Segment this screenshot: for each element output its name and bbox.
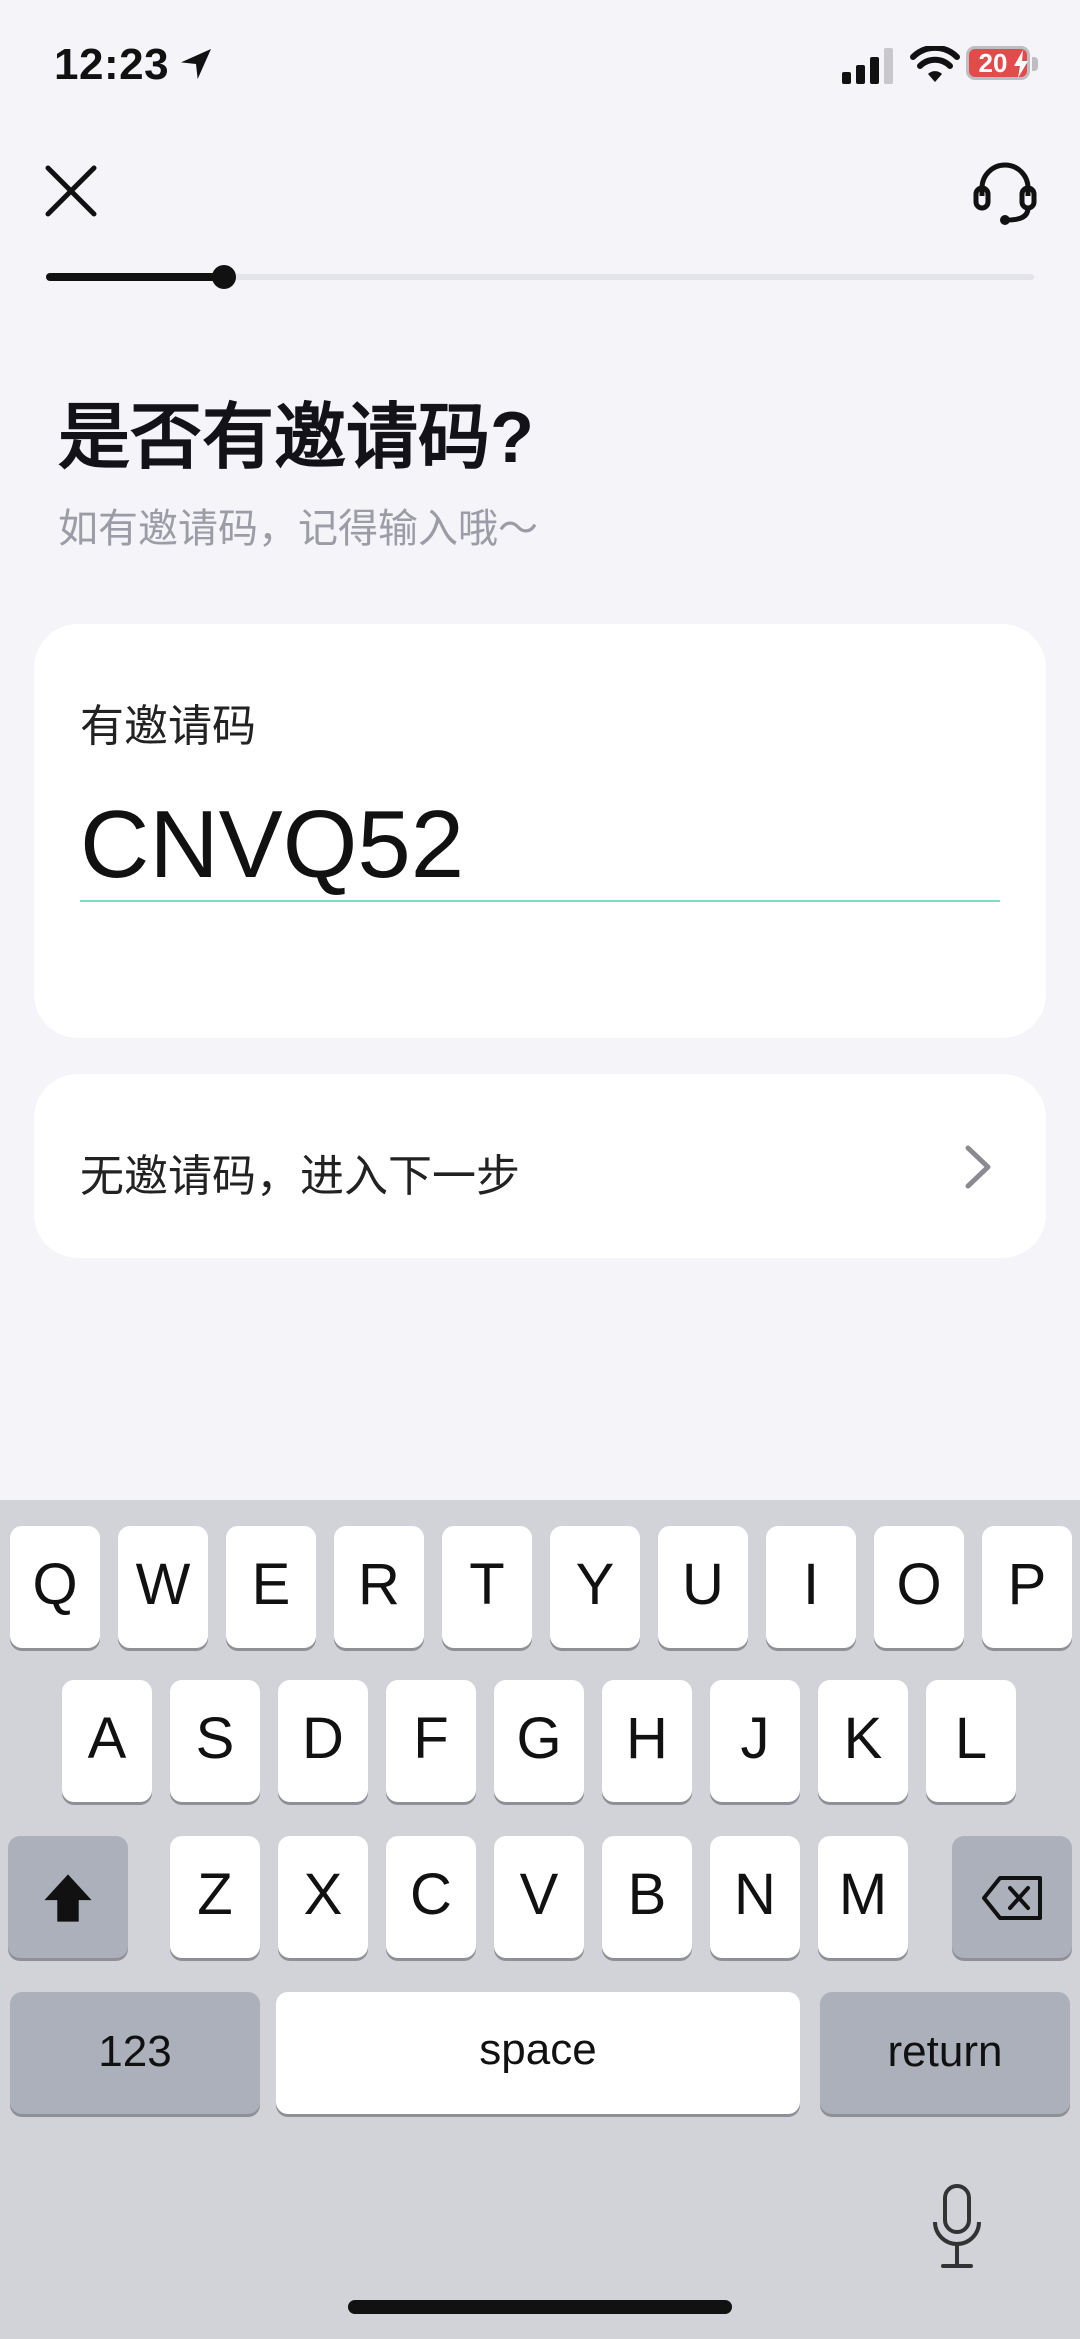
key-s[interactable]: S <box>170 1680 260 1802</box>
key-z[interactable]: Z <box>170 1836 260 1958</box>
key-h[interactable]: H <box>602 1680 692 1802</box>
key-r[interactable]: R <box>334 1526 424 1648</box>
key-v[interactable]: V <box>494 1836 584 1958</box>
key-q[interactable]: Q <box>10 1526 100 1648</box>
headset-icon[interactable] <box>970 158 1040 228</box>
input-underline <box>80 900 1000 902</box>
key-f[interactable]: F <box>386 1680 476 1802</box>
key-i[interactable]: I <box>766 1526 856 1648</box>
key-p[interactable]: P <box>982 1526 1072 1648</box>
location-arrow-icon <box>181 49 211 79</box>
chevron-right-icon <box>965 1145 991 1189</box>
close-icon[interactable] <box>40 160 102 222</box>
key-c[interactable]: C <box>386 1836 476 1958</box>
keyboard: QWERTYUIOP ASDFGHJKL ZXCVBNM 123 space r… <box>0 1500 1080 2339</box>
key-d[interactable]: D <box>278 1680 368 1802</box>
wifi-icon <box>910 46 960 82</box>
key-b[interactable]: B <box>602 1836 692 1958</box>
key-g[interactable]: G <box>494 1680 584 1802</box>
battery-indicator: 20 <box>966 44 1042 84</box>
key-u[interactable]: U <box>658 1526 748 1648</box>
invite-code-input[interactable] <box>80 790 1000 900</box>
charging-bolt-icon <box>1014 50 1028 78</box>
key-o[interactable]: O <box>874 1526 964 1648</box>
microphone-icon[interactable] <box>926 2182 988 2272</box>
key-e[interactable]: E <box>226 1526 316 1648</box>
progress-fill <box>46 273 224 281</box>
shift-icon <box>44 1874 92 1922</box>
key-m[interactable]: M <box>818 1836 908 1958</box>
space-key[interactable]: space <box>276 1992 800 2114</box>
backspace-icon <box>982 1876 1042 1920</box>
key-k[interactable]: K <box>818 1680 908 1802</box>
key-w[interactable]: W <box>118 1526 208 1648</box>
invite-code-label: 有邀请码 <box>80 702 256 751</box>
key-y[interactable]: Y <box>550 1526 640 1648</box>
page-title: 是否有邀请码? <box>58 398 534 478</box>
shift-key[interactable] <box>8 1836 128 1958</box>
key-x[interactable]: X <box>278 1836 368 1958</box>
battery-tip <box>1032 57 1038 71</box>
key-j[interactable]: J <box>710 1680 800 1802</box>
battery-level: 20 <box>978 48 1008 78</box>
return-key[interactable]: return <box>820 1992 1070 2114</box>
numbers-key[interactable]: 123 <box>10 1992 260 2114</box>
skip-invite-label: 无邀请码，进入下一步 <box>80 1152 520 1201</box>
status-time: 12:23 <box>54 40 170 89</box>
cellular-signal-icon <box>842 48 893 84</box>
key-n[interactable]: N <box>710 1836 800 1958</box>
progress-handle <box>211 265 236 289</box>
key-t[interactable]: T <box>442 1526 532 1648</box>
key-a[interactable]: A <box>62 1680 152 1802</box>
key-l[interactable]: L <box>926 1680 1016 1802</box>
page-subtitle: 如有邀请码，记得输入哦～ <box>58 507 538 551</box>
delete-key[interactable] <box>952 1836 1072 1958</box>
home-indicator <box>348 2300 732 2314</box>
